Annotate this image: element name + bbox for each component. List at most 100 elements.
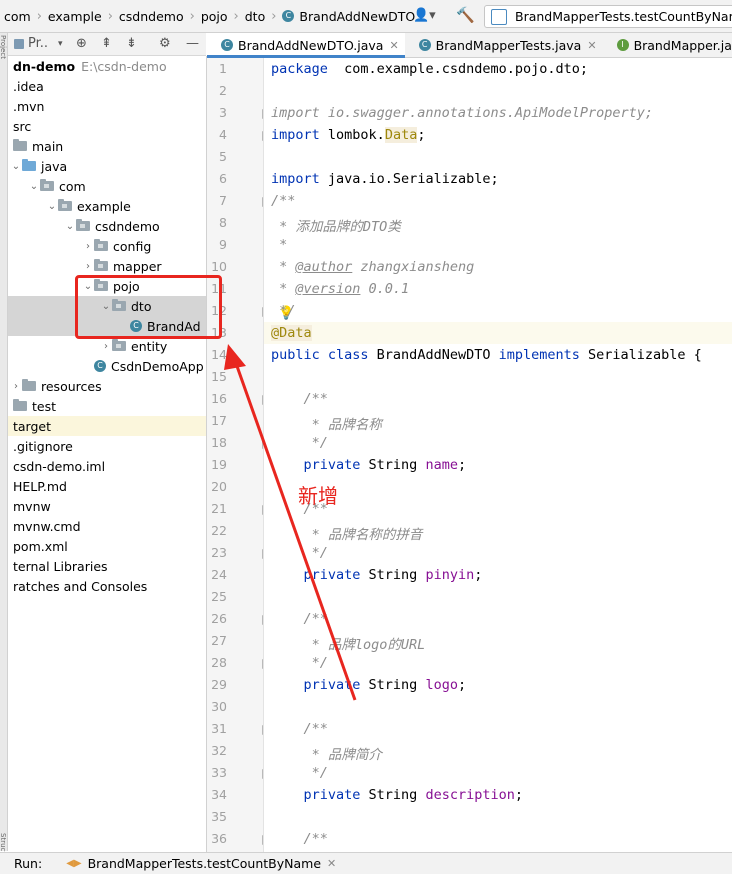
editor-tab[interactable]: I BrandMapper.java [603,33,732,57]
code-token: * 品牌logo的URL [271,637,426,653]
tree-node[interactable]: pom.xml [8,536,206,556]
build-hammer-icon[interactable]: 🔨 [456,6,475,24]
line-number: 30 [211,699,227,714]
tree-node[interactable]: target [8,416,206,436]
code-token: package [271,61,328,77]
hide-panel-icon[interactable]: — [186,36,199,51]
code-token: String [360,787,426,803]
navigation-bar: com › example › csdndemo › pojo › dto › C BrandAddN… [0,0,732,33]
chevron-right-icon[interactable]: › [10,381,22,392]
code-line: private String pinyin; [271,567,483,583]
code-line: */ [271,545,328,561]
code-token: * [271,237,288,253]
tree-node[interactable]: mvnw.cmd [8,516,206,536]
line-number: 10 [211,259,227,274]
project-tool-window-label[interactable]: Project [0,35,7,59]
tree-node[interactable]: main [8,136,206,156]
code-token: @version [295,281,361,297]
tree-node[interactable]: ⌄ example [8,196,206,216]
breadcrumb-item[interactable]: pojo [197,9,232,24]
tree-node[interactable]: csdn-demo.iml [8,456,206,476]
code-line: /** [271,611,328,627]
breadcrumb-item[interactable]: example [44,9,106,24]
user-dropdown-icon[interactable]: 👤▾ [413,8,436,23]
tree-node[interactable]: .mvn [8,96,206,116]
code-line: */ [271,435,328,451]
code-token: /** [271,611,328,627]
project-view-dropdown-icon[interactable]: ▾ [58,39,63,49]
tree-node[interactable]: › resources [8,376,206,396]
chevron-right-icon[interactable]: › [82,261,94,272]
tree-node[interactable]: ratches and Consoles [8,576,206,596]
interface-icon: I [616,39,629,51]
collapse-all-icon[interactable]: ⇟ [126,36,137,51]
tree-node-label: mapper [113,258,162,274]
close-icon[interactable]: ✕ [389,39,398,52]
tree-node[interactable]: dn-demo E:\csdn-demo [8,56,206,76]
tree-node-label: com [59,178,86,194]
breadcrumb-label: BrandAddNewDTO [299,8,416,24]
breadcrumb-label: csdndemo [118,8,184,24]
code-line: * 品牌名称 [271,413,382,433]
tree-node-label: ratches and Consoles [13,578,148,594]
run-configuration-label: BrandMapperTests.testCountByName [515,9,732,24]
run-label[interactable]: Run: [14,856,42,871]
tree-node[interactable]: src [8,116,206,136]
breadcrumb-item[interactable]: dto [241,9,269,24]
chevron-down-icon[interactable]: ⌄ [28,181,40,192]
package-icon [94,259,108,271]
code-token: String [360,457,426,473]
folder-icon [22,159,36,171]
breadcrumb-item[interactable]: com [0,9,35,24]
chevron-down-icon[interactable]: ⌄ [10,161,22,172]
tree-node[interactable]: .gitignore [8,436,206,456]
code-token: 0.0.1 [360,281,410,297]
locate-file-icon[interactable]: ⊕ [76,36,87,51]
run-tab-label[interactable]: BrandMapperTests.testCountByName [88,856,321,871]
line-number: 5 [219,149,227,164]
chevron-down-icon[interactable]: ⌄ [64,221,76,232]
tree-node[interactable]: › config [8,236,206,256]
tree-node[interactable]: HELP.md [8,476,206,496]
chevron-right-icon[interactable]: › [82,241,94,252]
code-editor[interactable]: 💡 package com.example.csdndemo.pojo.dto;… [264,58,732,852]
chevron-down-icon[interactable]: ⌄ [46,201,58,212]
close-icon[interactable]: ✕ [327,857,336,870]
tree-node[interactable]: test [8,396,206,416]
tree-node-label: dn-demo [13,58,76,74]
tree-node[interactable]: ⌄ java [8,156,206,176]
tree-node-label: HELP.md [13,478,67,494]
tree-node-label: .mvn [13,98,45,114]
line-number: 6 [219,171,227,186]
tree-node[interactable]: ⌄ com [8,176,206,196]
code-token: implements [498,347,580,363]
tree-node[interactable]: ⌄ csdndemo [8,216,206,236]
tree-node[interactable]: › mapper [8,256,206,276]
code-line: /** [271,721,328,737]
chevron-right-icon[interactable]: › [100,341,112,352]
tree-node-label: csdn-demo.iml [13,458,106,474]
breadcrumb-item[interactable]: csdndemo [115,9,188,24]
code-token: ; [457,457,467,473]
tree-node[interactable]: › entity [8,336,206,356]
tree-node[interactable]: mvnw [8,496,206,516]
code-token: logo [425,677,458,693]
tree-node-label: ternal Libraries [13,558,108,574]
tree-node[interactable]: ternal Libraries [8,556,206,576]
line-number: 26 [211,611,227,626]
project-view-title[interactable]: Pr.. [28,36,48,51]
editor-tab[interactable]: C BrandMapperTests.java ✕ [405,33,603,57]
tree-node-label: target [13,418,52,434]
breadcrumb-item[interactable]: C BrandAddNewDTO [278,9,419,24]
editor-tab[interactable]: C BrandAddNewDTO.java ✕ [207,33,405,58]
tab-label: BrandAddNewDTO.java [238,37,384,53]
expand-all-icon[interactable]: ⇞ [101,36,112,51]
tree-node[interactable]: C CsdnDemoApp [8,356,206,376]
run-configuration-selector[interactable]: BrandMapperTests.testCountByName [484,5,732,28]
code-token: * 品牌简介 [271,747,382,763]
line-number: 17 [211,413,227,428]
tree-node[interactable]: .idea [8,76,206,96]
close-icon[interactable]: ✕ [587,39,596,52]
gear-icon[interactable]: ⚙ [159,36,171,51]
line-number: 1 [219,61,227,76]
